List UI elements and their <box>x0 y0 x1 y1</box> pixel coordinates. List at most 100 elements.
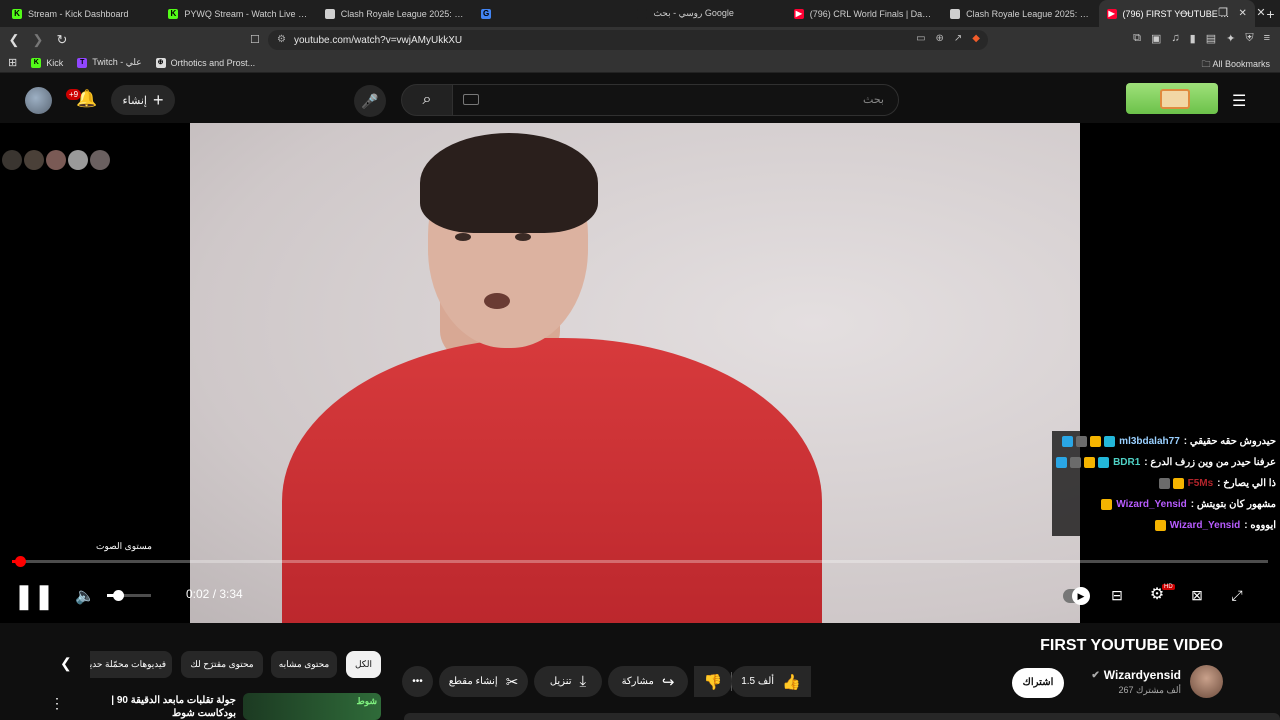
search-input[interactable]: بحث <box>452 84 899 116</box>
chat-username[interactable]: BDR1 <box>1113 457 1140 468</box>
dislike-button[interactable]: 👎 <box>694 666 732 697</box>
close-window-button[interactable]: ✕ <box>1242 0 1280 27</box>
download-icon: ⤓ <box>579 673 587 690</box>
progress-bar[interactable] <box>12 556 1268 567</box>
search-placeholder: بحث <box>863 94 884 106</box>
more-actions-button[interactable]: ••• <box>402 666 433 697</box>
browser-tab[interactable]: G <box>473 0 629 27</box>
bookmark-icon[interactable]: ☐ <box>250 33 260 46</box>
captions-icon: ⊟ <box>1111 587 1123 603</box>
download-button[interactable]: تنزيل ⤓ <box>534 666 602 697</box>
recommended-video-title[interactable]: جولة تقلبات مابعد الدقيقة 90 | بودكاست ش… <box>86 694 236 720</box>
account-avatar[interactable] <box>25 87 52 114</box>
chat-badge-icon <box>1076 436 1088 447</box>
fullscreen-button[interactable]: ⤢ <box>1222 581 1252 609</box>
below-panel-edge <box>404 713 1280 720</box>
tab-title: Stream - Kick Dashboard <box>28 8 129 19</box>
browser-tab[interactable]: Clash Royale League 2025: World Fin <box>317 0 473 27</box>
chat-badge-icon <box>1056 457 1068 468</box>
video-frame[interactable] <box>190 123 1080 623</box>
share-page-icon[interactable]: ↗ <box>954 33 962 44</box>
chat-username[interactable]: F5Ms <box>1188 478 1214 489</box>
chat-message-text: حيدروش حقه حقيقي : <box>1183 436 1276 447</box>
create-button[interactable]: إنشاء + <box>111 85 175 115</box>
chip-similar[interactable]: محتوى مشابه <box>271 651 337 678</box>
ai-icon[interactable]: ✦ <box>1226 32 1235 45</box>
chat-username[interactable]: ml3bdalah77 <box>1119 436 1180 447</box>
bookmark-item[interactable]: ⊕ Orthotics and Prost... <box>155 57 255 68</box>
music-icon[interactable]: ♫ <box>1171 32 1179 45</box>
recommended-video-thumbnail[interactable]: شوط <box>243 693 381 720</box>
keyboard-icon[interactable] <box>463 94 479 105</box>
tab-title: روسي - بحث Google <box>653 8 734 18</box>
volume-slider[interactable] <box>107 590 151 601</box>
chat-message-text: ايوووه : <box>1244 520 1276 531</box>
forward-button[interactable]: ❯ <box>28 32 48 48</box>
autoplay-toggle[interactable]: ▶ <box>1063 587 1090 605</box>
browser-menu-icon[interactable]: ≡ <box>1264 32 1270 45</box>
bookmark-item[interactable]: T Twitch - علي <box>77 57 142 68</box>
minimize-button[interactable]: — <box>1166 0 1204 27</box>
chevron-left-icon[interactable]: ❮ <box>60 655 72 672</box>
plus-icon: + <box>152 90 164 110</box>
address-toolbar: ❮ ❯ ↻ ☐ ⚙ youtube.com/watch?v=vwjAMyUkkX… <box>0 27 1280 53</box>
url-actions: ▭ ⊕ ↗ ◆ <box>916 33 980 44</box>
theater-mode-button[interactable]: ⊠ <box>1182 581 1212 609</box>
chat-username[interactable]: Wizard_Yensid <box>1170 520 1241 531</box>
reload-button[interactable]: ↻ <box>52 32 72 48</box>
restore-button[interactable]: ❐ <box>1204 0 1242 27</box>
all-bookmarks-label: All Bookmarks <box>1212 59 1270 69</box>
tab-title: (796) CRL World Finals | Day 3 | Clas <box>809 8 935 19</box>
chat-message: مشهور كان بتويتش : Wizard_Yensid <box>1052 494 1280 515</box>
chat-username[interactable]: Wizard_Yensid <box>1116 499 1187 510</box>
captions-button[interactable]: ⊟ <box>1102 581 1132 609</box>
cast-icon[interactable]: ▭ <box>916 33 925 44</box>
brave-shield-icon[interactable]: ◆ <box>972 33 980 44</box>
like-button[interactable]: 1.5 ألف 👍 <box>731 666 811 697</box>
thumbs-up-icon: 👍 <box>782 673 801 691</box>
search-icon: ⌕ <box>422 91 432 108</box>
site-info-icon[interactable]: ⚙ <box>277 34 286 45</box>
url-bar[interactable]: ⚙ youtube.com/watch?v=vwjAMyUkkXU ▭ ⊕ ↗ … <box>268 30 988 50</box>
kebab-menu-icon[interactable]: ⋮ <box>50 695 64 712</box>
extensions-icon[interactable]: ⧉ <box>1133 32 1141 45</box>
person-hair <box>420 133 598 233</box>
pause-button[interactable]: ❚❚ <box>14 583 54 610</box>
bookmark-favicon-icon: K <box>31 57 42 68</box>
browser-tab[interactable]: ▶ (796) CRL World Finals | Day 3 | Clas <box>786 0 942 27</box>
video-title: FIRST YOUTUBE VIDEO <box>1040 637 1223 654</box>
sidebar-icon[interactable]: ▮ <box>1190 32 1196 45</box>
volume-knob[interactable] <box>113 590 124 601</box>
channel-name[interactable]: ✔ Wizardyensid <box>1091 668 1181 682</box>
youtube-header: 🔔 +9 إنشاء + 🎤 ⌕ بحث ☰ <box>0 73 1280 123</box>
browser-tab[interactable]: K Stream - Kick Dashboard <box>4 0 160 27</box>
apps-grid-icon[interactable]: ⊞ <box>8 56 17 69</box>
search-button[interactable]: ⌕ <box>401 84 453 116</box>
browser-tab[interactable]: روسي - بحث Google <box>629 0 785 27</box>
all-bookmarks-button[interactable]: 🗀 All Bookmarks <box>1201 57 1270 73</box>
back-button[interactable]: ❮ <box>4 32 24 48</box>
guide-menu-icon[interactable]: ☰ <box>1232 91 1246 111</box>
share-button[interactable]: مشاركة ↪ <box>608 666 688 697</box>
bookmark-item[interactable]: K Kick <box>31 57 63 68</box>
browser-tab[interactable]: K PYWQ Stream - Watch Live on Kick <box>160 0 316 27</box>
person-eye <box>455 233 471 241</box>
subscribe-button[interactable]: اشتراك <box>1012 668 1064 698</box>
vpn-icon[interactable]: ⛨ <box>1245 32 1253 45</box>
chip-all[interactable]: الكل <box>346 651 381 678</box>
chip-recommended[interactable]: محتوى مقترَح لك <box>181 651 263 678</box>
wallet-icon[interactable]: ▣ <box>1151 32 1161 45</box>
clip-button[interactable]: إنشاء مقطع ✂ <box>439 666 528 697</box>
mute-button[interactable]: 🔈 <box>74 584 96 608</box>
video-player[interactable]: حيدروش حقه حقيقي : ml3bdalah77 عرفنا حيدر … <box>0 123 1280 623</box>
wallet2-icon[interactable]: ▤ <box>1206 32 1216 45</box>
scissors-icon: ✂ <box>505 673 519 691</box>
progress-scrubber[interactable] <box>15 556 26 567</box>
channel-avatar[interactable] <box>1190 665 1223 698</box>
bookmark-favicon-icon: T <box>77 57 88 68</box>
zoom-icon[interactable]: ⊕ <box>936 33 944 44</box>
browser-tab[interactable]: Clash Royale League 2025: World Fin <box>942 0 1098 27</box>
chip-recently-uploaded[interactable]: فيديوهات محمّلة حديثًا <box>90 651 172 678</box>
youtube-doodle-logo[interactable] <box>1126 83 1218 114</box>
voice-search-mic-icon[interactable]: 🎤 <box>354 85 386 117</box>
